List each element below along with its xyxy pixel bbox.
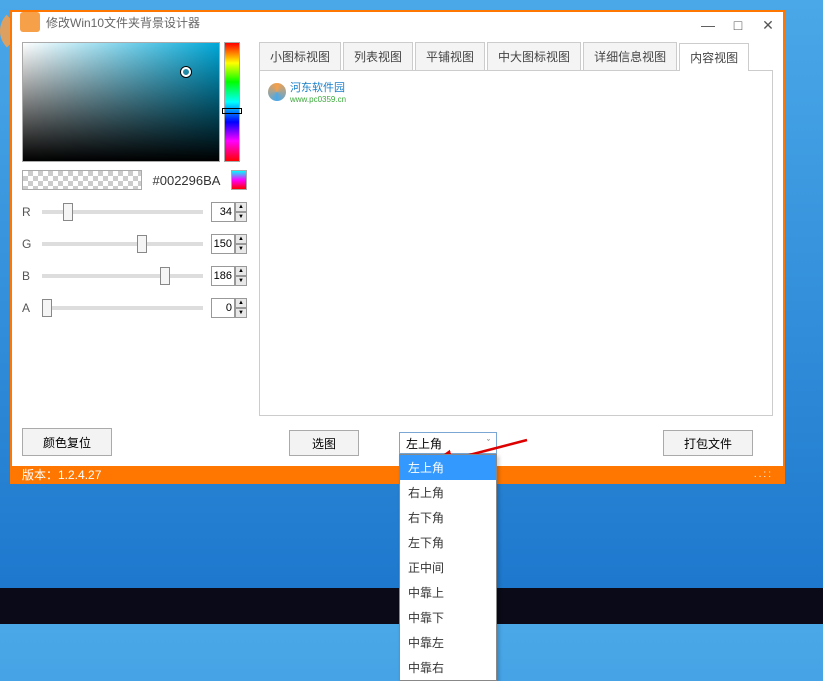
- tab-0[interactable]: 小图标视图: [259, 42, 341, 70]
- r-input[interactable]: [211, 202, 235, 222]
- r-spin-down[interactable]: ▼: [235, 212, 247, 222]
- app-window: 修改Win10文件夹背景设计器 — □ ✕ #002296BA: [10, 10, 785, 484]
- dropdown-option-8[interactable]: 中靠右: [400, 655, 496, 680]
- status-bar: 版本：1.2.4.27 ..::: [12, 466, 783, 483]
- r-slider[interactable]: [42, 210, 203, 214]
- choose-image-button[interactable]: 选图: [289, 430, 359, 456]
- version-label: 版本：1.2.4.27: [22, 466, 101, 483]
- dropdown-option-1[interactable]: 右上角: [400, 480, 496, 505]
- g-label: G: [22, 237, 34, 251]
- a-slider[interactable]: [42, 306, 203, 310]
- a-label: A: [22, 301, 34, 315]
- a-input[interactable]: [211, 298, 235, 318]
- g-slider[interactable]: [42, 242, 203, 246]
- color-reset-button[interactable]: 颜色复位: [22, 428, 112, 456]
- preview-area: 河东软件园 www.pc0359.cn: [259, 71, 773, 416]
- a-spin-up[interactable]: ▲: [235, 298, 247, 308]
- dropdown-option-3[interactable]: 左下角: [400, 530, 496, 555]
- sl-cursor: [181, 67, 191, 77]
- color-panel: #002296BA R ▲▼ G ▲▼: [22, 42, 247, 456]
- dropdown-option-4[interactable]: 正中间: [400, 555, 496, 580]
- preview-panel: 小图标视图列表视图平铺视图中大图标视图详细信息视图内容视图 河东软件园 www.…: [259, 42, 773, 456]
- tab-2[interactable]: 平铺视图: [415, 42, 485, 70]
- b-label: B: [22, 269, 34, 283]
- position-dropdown[interactable]: 左上角 ˇ: [399, 432, 497, 454]
- resize-grip-icon[interactable]: ..::: [754, 469, 773, 480]
- g-spin-up[interactable]: ▲: [235, 234, 247, 244]
- tab-3[interactable]: 中大图标视图: [487, 42, 581, 70]
- dropdown-option-7[interactable]: 中靠左: [400, 630, 496, 655]
- dropdown-option-0[interactable]: 左上角: [400, 455, 496, 480]
- tab-4[interactable]: 详细信息视图: [583, 42, 677, 70]
- dropdown-option-6[interactable]: 中靠下: [400, 605, 496, 630]
- hue-slider[interactable]: [224, 42, 240, 162]
- b-input[interactable]: [211, 266, 235, 286]
- saturation-lightness-picker[interactable]: [22, 42, 220, 162]
- tab-1[interactable]: 列表视图: [343, 42, 413, 70]
- preview-watermark: 河东软件园 www.pc0359.cn: [268, 79, 764, 104]
- r-label: R: [22, 205, 34, 219]
- maximize-button[interactable]: □: [723, 12, 753, 38]
- window-title: 修改Win10文件夹背景设计器: [46, 14, 200, 31]
- dropdown-option-2[interactable]: 右下角: [400, 505, 496, 530]
- minimize-button[interactable]: —: [693, 12, 723, 38]
- r-spin-up[interactable]: ▲: [235, 202, 247, 212]
- app-icon: [20, 12, 40, 32]
- hex-value: #002296BA: [146, 173, 227, 188]
- b-spin-up[interactable]: ▲: [235, 266, 247, 276]
- b-spin-down[interactable]: ▼: [235, 276, 247, 286]
- g-spin-down[interactable]: ▼: [235, 244, 247, 254]
- position-dropdown-list: 左上角右上角右下角左下角正中间中靠上中靠下中靠左中靠右: [399, 454, 497, 681]
- pack-button[interactable]: 打包文件: [663, 430, 753, 456]
- dropdown-selected: 左上角: [406, 435, 442, 452]
- hue-cursor: [222, 108, 242, 114]
- a-spin-down[interactable]: ▼: [235, 308, 247, 318]
- dropdown-option-5[interactable]: 中靠上: [400, 580, 496, 605]
- alpha-preview[interactable]: [22, 170, 142, 190]
- color-preview: [231, 170, 247, 190]
- chevron-down-icon: ˇ: [487, 438, 490, 448]
- close-button[interactable]: ✕: [753, 12, 783, 38]
- titlebar[interactable]: 修改Win10文件夹背景设计器 — □ ✕: [12, 12, 783, 32]
- tab-5[interactable]: 内容视图: [679, 43, 749, 71]
- g-input[interactable]: [211, 234, 235, 254]
- b-slider[interactable]: [42, 274, 203, 278]
